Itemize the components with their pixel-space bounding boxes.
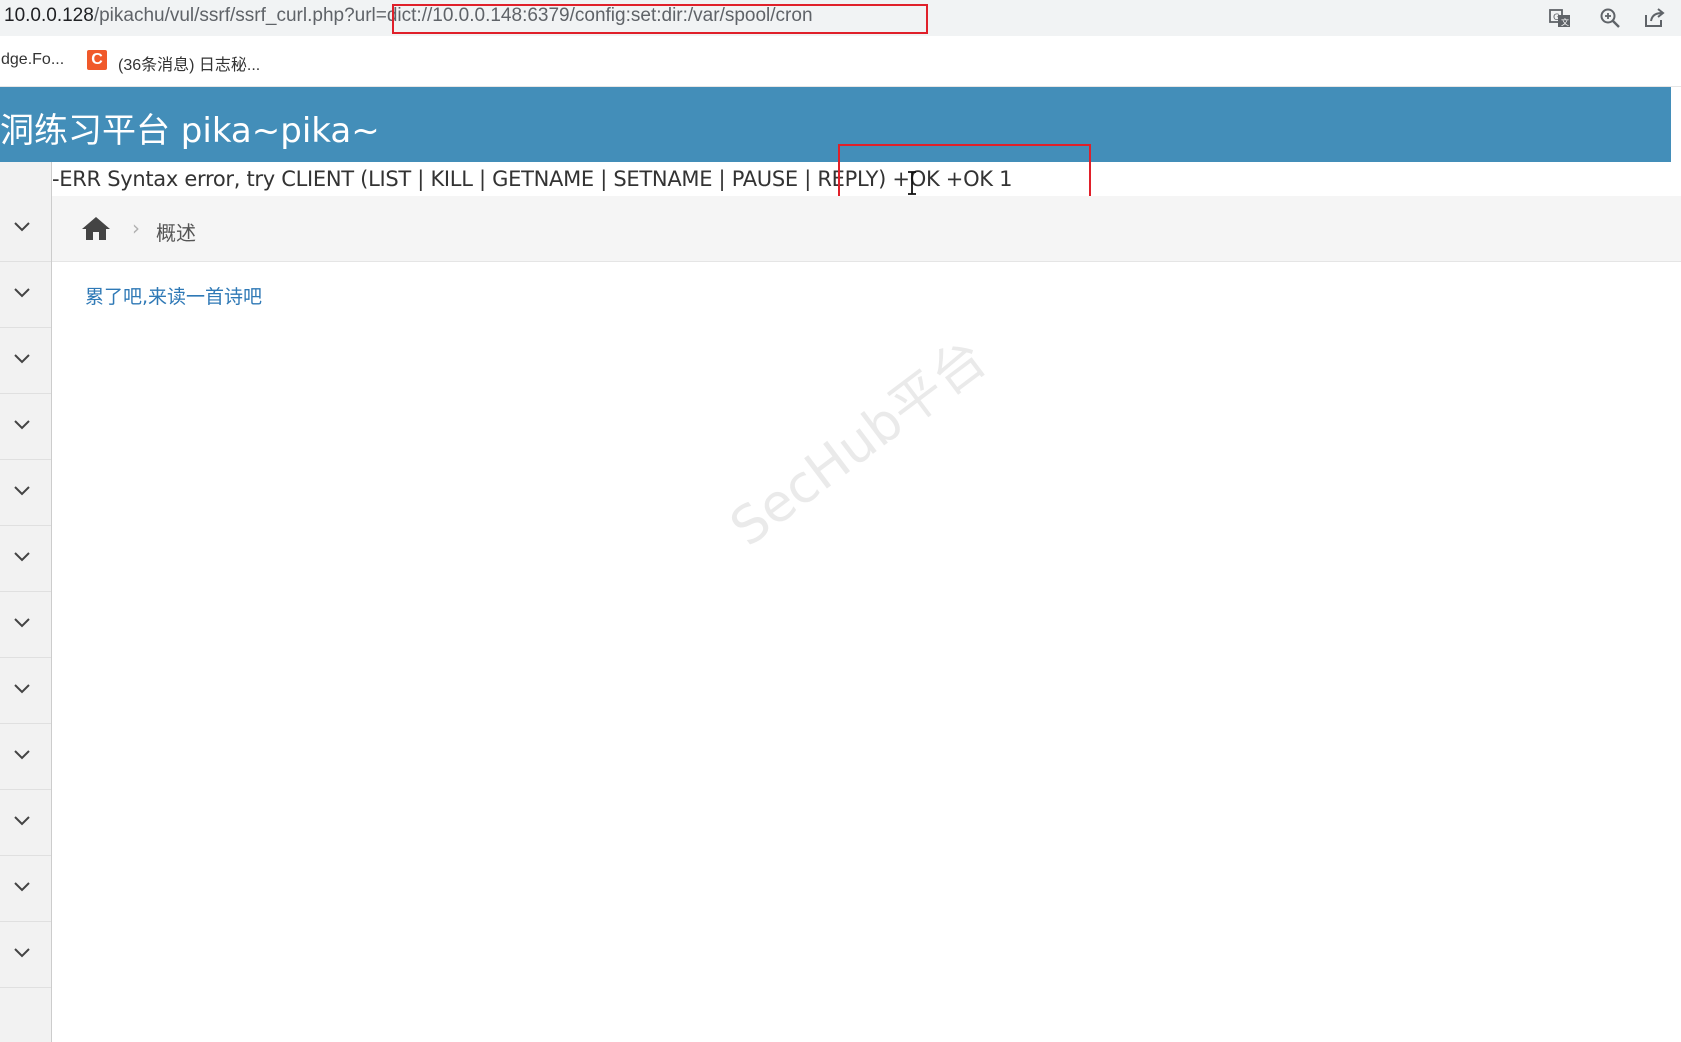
bookmark-2[interactable]: (36条消息) 日志秘...	[118, 51, 260, 75]
chevron-down-icon	[14, 354, 30, 364]
chevron-down-icon	[14, 486, 30, 496]
sidebar-item[interactable]	[0, 328, 51, 394]
chevron-down-icon	[14, 882, 30, 892]
zoom-icon[interactable]	[1598, 6, 1622, 30]
sidebar-item[interactable]	[0, 856, 51, 922]
breadcrumb: › 概述	[52, 196, 1681, 262]
sidebar-item[interactable]	[0, 196, 51, 262]
chevron-down-icon	[14, 948, 30, 958]
site-header: 洞练习平台 pika~pika~	[0, 87, 1671, 162]
csdn-favicon-icon: C	[87, 50, 107, 70]
chevron-down-icon	[14, 288, 30, 298]
home-icon[interactable]	[80, 214, 112, 242]
url-path: /pikachu/vul/ssrf/ssrf_curl.php?url	[93, 5, 376, 26]
sidebar-item[interactable]	[0, 592, 51, 658]
breadcrumb-current: 概述	[156, 221, 196, 245]
sidebar-item[interactable]	[0, 526, 51, 592]
sidebar-item[interactable]	[0, 262, 51, 328]
chevron-down-icon	[14, 816, 30, 826]
watermark: SecHub平台	[719, 328, 998, 559]
sidebar-item[interactable]	[0, 460, 51, 526]
sidebar-item[interactable]	[0, 394, 51, 460]
chevron-down-icon	[14, 684, 30, 694]
sidebar-item[interactable]	[0, 658, 51, 724]
sidebar	[0, 162, 52, 1042]
svg-text:G: G	[1553, 13, 1560, 23]
svg-text:文: 文	[1561, 17, 1569, 27]
sidebar-item[interactable]	[0, 922, 51, 988]
text-cursor-icon	[908, 171, 916, 195]
bookmark-1[interactable]: dge.Fo...	[1, 51, 64, 69]
page: 10.0.0.128/pikachu/vul/ssrf/ssrf_curl.ph…	[0, 0, 1681, 1042]
url-highlight-box	[392, 4, 928, 34]
chevron-down-icon	[14, 222, 30, 232]
breadcrumb-separator: ›	[132, 216, 140, 240]
bookmarks-bar: dge.Fo... C (36条消息) 日志秘...	[0, 36, 1681, 87]
chevron-down-icon	[14, 420, 30, 430]
sidebar-item[interactable]	[0, 790, 51, 856]
translate-icon[interactable]: G 文	[1548, 6, 1572, 30]
chevron-down-icon	[14, 552, 30, 562]
sidebar-item[interactable]	[0, 724, 51, 790]
poem-link[interactable]: 累了吧,来读一首诗吧	[85, 282, 262, 309]
chevron-down-icon	[14, 618, 30, 628]
url-host: 10.0.0.128	[4, 5, 94, 26]
share-icon[interactable]	[1642, 6, 1666, 30]
chevron-down-icon	[14, 750, 30, 760]
site-title[interactable]: 洞练习平台 pika~pika~	[0, 103, 380, 152]
address-bar[interactable]: 10.0.0.128/pikachu/vul/ssrf/ssrf_curl.ph…	[0, 0, 1681, 36]
